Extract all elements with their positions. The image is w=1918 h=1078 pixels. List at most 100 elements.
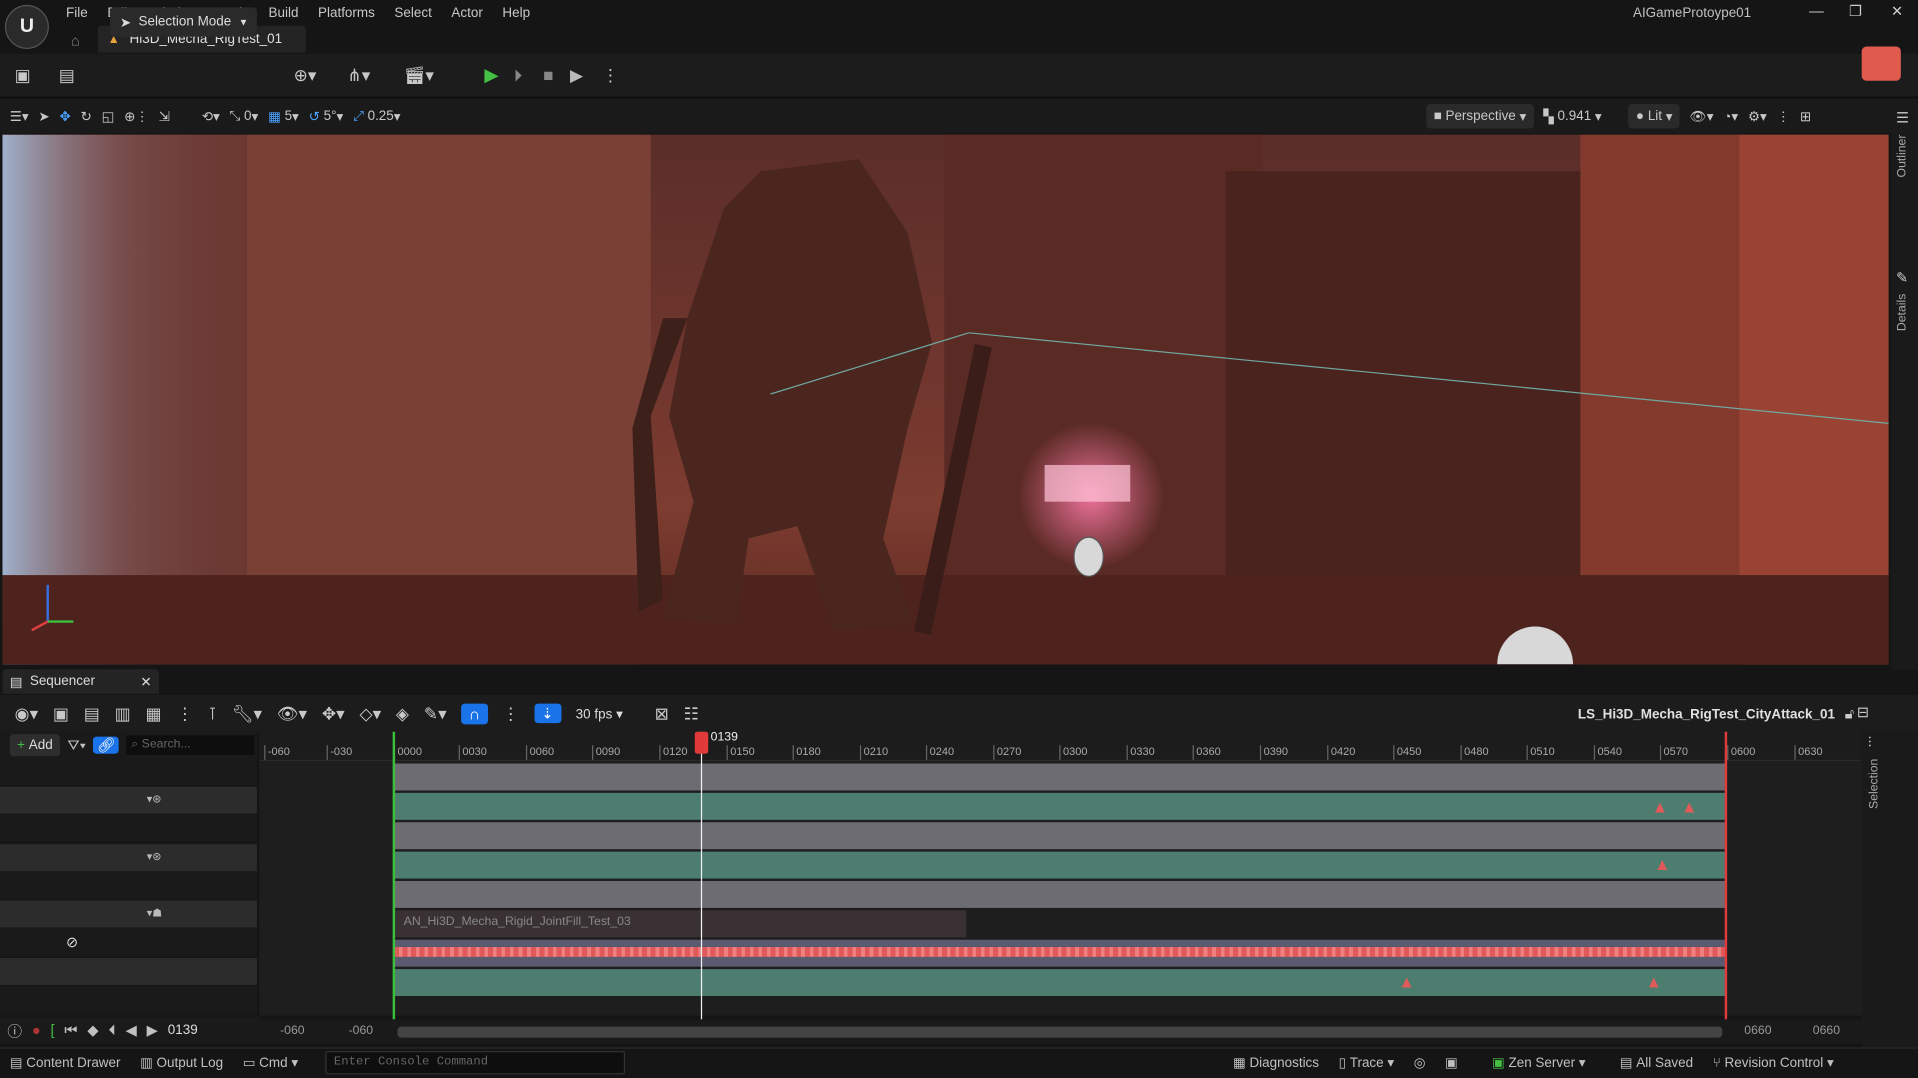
details-pencil-icon[interactable]: ✎ [1896,269,1908,286]
tree-view-icon[interactable]: ☷ [684,703,699,724]
perspective-dropdown[interactable]: ■ Perspective ▾ [1426,104,1534,129]
unreal-logo-icon[interactable]: U [4,4,49,49]
playback-start-marker[interactable] [392,731,396,1021]
track-row[interactable] [0,759,257,787]
curve-editor-icon[interactable]: ⊠ [655,703,669,724]
track-row[interactable]: ▾☗ [0,900,257,929]
view-range-end[interactable]: 0660 [1813,1024,1840,1037]
close-window-button[interactable]: ✕ [1879,2,1916,19]
save-icon[interactable]: ▣ [15,65,31,86]
snap-options-icon[interactable]: ⋮ [502,703,519,724]
menu-help[interactable]: Help [493,2,540,24]
lock-icon[interactable]: 🔓︎ [1845,705,1855,723]
keyframe[interactable] [1657,860,1668,870]
time-ruler[interactable]: -060 -030 0000 0030 0060 0090 0120 0150 … [259,731,1862,762]
play-icon[interactable]: ▶ [484,64,498,86]
selection-tab[interactable]: Selection [1868,759,1881,809]
lit-dropdown[interactable]: ● Lit ▾ [1628,104,1680,129]
playhead-line[interactable] [700,731,703,1021]
track-search[interactable]: ⌕ Search... [126,735,255,755]
keyframe[interactable] [1401,977,1412,988]
filter-icon[interactable]: ⛛▾ [67,736,86,754]
working-range-start[interactable]: -060 [349,1024,373,1037]
rotate-tool-icon[interactable]: ↻ [81,104,92,128]
level-viewport[interactable] [2,134,1889,665]
zen-server-button[interactable]: ▣ Zen Server ▾ [1482,1047,1595,1078]
playback-end-marker[interactable] [1724,731,1728,1021]
settings-icon[interactable]: ⚙▾ [1748,104,1767,128]
track-lane[interactable] [393,822,1726,850]
restore-button[interactable]: ❐ [1837,2,1874,19]
seq-camera-icon[interactable]: ▥ [115,703,131,724]
eject-icon[interactable]: ▶ [570,65,583,86]
output-log-button[interactable]: ▥ Output Log [130,1047,233,1078]
seq-browse-icon[interactable]: ▤ [84,703,100,724]
sliders-icon[interactable]: ⫶ [1868,734,1872,752]
prev-frame-icon[interactable]: ⏴ [108,1021,115,1039]
view-range-start[interactable]: -060 [280,1024,304,1037]
close-tab-icon[interactable]: ✕ [140,674,151,690]
timeline-scrollbar[interactable] [397,1026,1723,1038]
step-icon[interactable]: ⏵ [514,65,523,86]
track-row[interactable]: ▾⊛ [0,844,257,873]
seq-add-key-icon[interactable]: ◈ [396,703,409,724]
record-trace-icon[interactable]: ◎ [1404,1047,1435,1078]
stop-icon[interactable]: ■ [543,65,553,85]
track-row[interactable] [0,986,257,1015]
play-forward-icon[interactable]: ▶ [147,1022,158,1039]
layout-icon[interactable]: ⊞ [1800,104,1811,128]
select-tool-icon[interactable]: ➤ [38,104,49,128]
seq-rig-icon[interactable]: ⊺ [208,703,217,724]
surface-snap-icon[interactable]: ⇲ [159,104,170,128]
details-tab[interactable]: Details [1896,294,1909,331]
viewport-options-icon[interactable]: ☰▾ [10,104,29,128]
minimize-button[interactable]: — [1798,2,1835,19]
screenshot-icon[interactable]: ▣ [1435,1047,1467,1078]
track-lane[interactable] [393,969,1726,997]
add-actor-icon[interactable]: ⊕▾ [294,65,317,86]
seq-options-icon[interactable]: ⋮ [176,703,193,724]
menu-actor[interactable]: Actor [442,2,493,24]
track-row[interactable]: ⊘ [0,930,257,959]
revision-control-button[interactable]: ⑂ Revision Control ▾ [1703,1047,1844,1078]
track-row[interactable] [0,815,257,844]
anim-section[interactable]: AN_Hi3D_Mecha_Rigid_JointFill_Test_03 [393,910,967,938]
menu-file[interactable]: File [56,2,97,24]
outliner-tab[interactable]: Outliner [1896,135,1909,178]
performance-icon[interactable]: ◔▾ [1723,104,1738,128]
play-options-icon[interactable]: ⋮ [602,65,619,86]
seq-key-icon[interactable]: ◇▾ [359,703,381,724]
jump-start-icon[interactable]: ⏮ [64,1021,77,1039]
keyframe[interactable] [1648,977,1659,988]
add-track-button[interactable]: + Add [9,734,61,757]
menu-select[interactable]: Select [385,2,442,24]
trace-button[interactable]: ▯ Trace ▾ [1329,1047,1404,1078]
content-browser-icon[interactable]: ▤ [59,65,75,86]
track-lane[interactable] [393,880,1726,908]
show-flags-icon[interactable]: 👁︎▾ [1690,104,1714,128]
scale-tool-icon[interactable]: ◱ [102,104,115,128]
user-avatar[interactable] [1861,46,1901,81]
record-icon[interactable]: ● [32,1022,41,1039]
rotation-snap[interactable]: ↺ 5° ▾ [309,104,344,128]
keyframe[interactable] [1684,802,1695,813]
seq-auto-key-icon[interactable]: ✥▾ [322,703,345,724]
all-saved-button[interactable]: ▤ All Saved [1610,1047,1703,1078]
cinematics-icon[interactable]: 🎬︎▾ [404,65,434,86]
prev-key-icon[interactable]: ◆ [87,1022,98,1039]
seq-save-icon[interactable]: ▣ [53,703,69,724]
track-lane[interactable] [393,851,1726,879]
home-icon[interactable]: ⌂ [71,32,80,49]
world-icon[interactable]: ◉▾ [15,703,39,724]
set-start-icon[interactable]: [ [50,1022,54,1039]
key-lane[interactable] [393,939,1726,967]
disable-icon[interactable]: ⊘ [66,934,78,951]
snap-magnet-button[interactable]: ∩ [461,702,488,724]
angle-snap[interactable]: ⤡ 0 ▾ [230,104,259,128]
sequencer-tab[interactable]: ▤ Sequencer ✕ [2,669,160,694]
translate-tool-icon[interactable]: ✥ [59,104,70,128]
more-options-icon[interactable]: ⋮ [1777,104,1790,128]
dock-icon[interactable]: ⊟ [1857,704,1869,721]
transport-frame[interactable]: 0139 [168,1023,198,1038]
link-icon[interactable]: 🔗︎ [93,736,120,754]
